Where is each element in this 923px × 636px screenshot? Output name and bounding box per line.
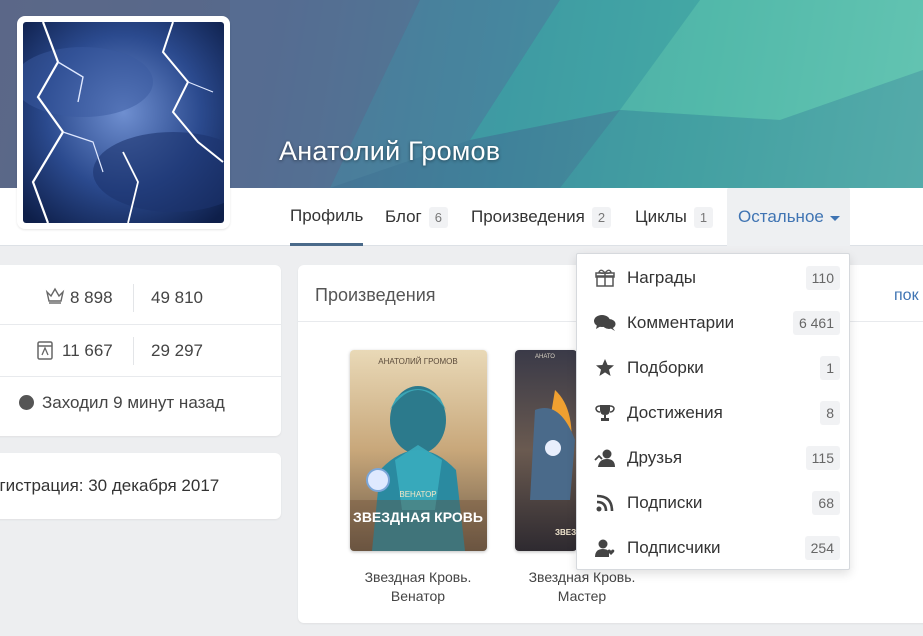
tab-profile[interactable]: Профиль [290, 188, 364, 246]
tab-cycles[interactable]: Циклы 1 [635, 188, 714, 246]
book-caption[interactable]: Звездная Кровь. Венатор [338, 568, 498, 606]
menu-item-count: 1 [820, 355, 840, 380]
avatar[interactable] [17, 16, 230, 229]
book-icon [37, 341, 53, 365]
menu-item-label: Награды [627, 267, 696, 287]
caption-line2: Мастер [557, 588, 607, 604]
menu-item-subscriptions[interactable]: Подписки 68 [577, 480, 849, 525]
menu-item-friends[interactable]: Друзья 115 [577, 435, 849, 480]
book-caption[interactable]: Звездная Кровь. Мастер [502, 568, 662, 606]
books-secondary: 29 297 [151, 340, 203, 360]
caption-line1: Звездная Кровь. [528, 569, 636, 585]
menu-item-count: 8 [820, 400, 840, 425]
gift-icon [594, 267, 616, 289]
profile-name: Анатолий Громов [279, 136, 501, 166]
menu-item-awards[interactable]: Награды 110 [577, 255, 849, 300]
cover-title: ЗВЕЗД МА [555, 528, 577, 537]
menu-item-count: 115 [805, 445, 840, 470]
menu-item-achievements[interactable]: Достижения 8 [577, 390, 849, 435]
cover-series: ВЕНАТОР [399, 490, 436, 499]
menu-item-count: 6 461 [792, 310, 840, 335]
rating-value: 8 898 [70, 288, 113, 307]
menu-item-label: Достижения [627, 402, 723, 422]
books-value: 11 667 [62, 340, 113, 360]
cover-author: АНАТО [535, 354, 555, 360]
tab-works[interactable]: Произведения 2 [471, 188, 612, 246]
tab-more[interactable]: Остальное [727, 188, 850, 246]
rating-row: 8 898 49 810 [0, 272, 281, 324]
status-dot-icon [19, 395, 34, 410]
menu-item-label: Комментарии [627, 312, 735, 332]
subscriber-icon [594, 537, 616, 559]
cover-title: ЗВЕЗДНАЯ КРОВЬ [353, 509, 483, 525]
divider [133, 337, 134, 365]
book-cover-master[interactable]: АНАТО ЗВЕЗД МА [515, 350, 577, 551]
avatar-image [23, 22, 224, 223]
last-seen-row: Заходил 9 минут назад [0, 376, 281, 428]
tab-label: Профиль [290, 205, 364, 225]
registration-card: егистрация: 30 декабря 2017 [0, 453, 281, 519]
divider [133, 284, 134, 312]
works-show-all-link[interactable]: пок [894, 287, 919, 305]
works-title: Произведения [315, 285, 436, 305]
menu-item-label: Подписчики [627, 537, 721, 557]
tab-count: 6 [428, 206, 448, 228]
last-seen-text: Заходил 9 минут назад [42, 392, 225, 412]
menu-item-label: Друзья [627, 447, 683, 467]
chevron-down-icon [829, 215, 840, 221]
more-dropdown-menu: Награды 110 Комментарии 6 461 Подборки 1 [576, 253, 850, 570]
tab-label: Произведения [471, 207, 585, 226]
menu-item-collections[interactable]: Подборки 1 [577, 345, 849, 390]
crown-icon [45, 287, 65, 310]
menu-item-count: 110 [805, 265, 840, 290]
menu-item-comments[interactable]: Комментарии 6 461 [577, 300, 849, 345]
trophy-icon [594, 402, 616, 424]
tab-blog[interactable]: Блог 6 [385, 188, 448, 246]
comments-icon [594, 312, 616, 334]
friends-icon [594, 447, 616, 469]
stats-card: 8 898 49 810 11 667 29 297 Заходил 9 мин… [0, 265, 281, 436]
books-row: 11 667 29 297 [0, 324, 281, 376]
menu-item-count: 68 [812, 490, 840, 515]
menu-item-subscribers[interactable]: Подписчики 254 [577, 525, 849, 570]
menu-item-count: 254 [804, 535, 840, 560]
star-icon [594, 357, 616, 379]
menu-item-label: Подборки [627, 357, 704, 377]
rss-icon [594, 492, 616, 514]
caption-line2: Венатор [390, 588, 446, 604]
tab-label: Остальное [738, 207, 824, 226]
registration-text: егистрация: 30 декабря 2017 [0, 476, 220, 495]
tab-label: Циклы [635, 207, 687, 226]
rating-secondary: 49 810 [151, 288, 203, 307]
tab-label: Блог [385, 207, 422, 226]
cover-author: АНАТОЛИЙ ГРОМОВ [378, 357, 457, 366]
tab-count: 1 [693, 206, 714, 228]
menu-item-label: Подписки [627, 492, 703, 512]
caption-line1: Звездная Кровь. [364, 569, 472, 585]
book-cover-venator[interactable]: АНАТОЛИЙ ГРОМОВ ВЕНАТОР ЗВЕЗДНАЯ КРОВЬ [350, 350, 487, 551]
tab-count: 2 [591, 206, 612, 228]
